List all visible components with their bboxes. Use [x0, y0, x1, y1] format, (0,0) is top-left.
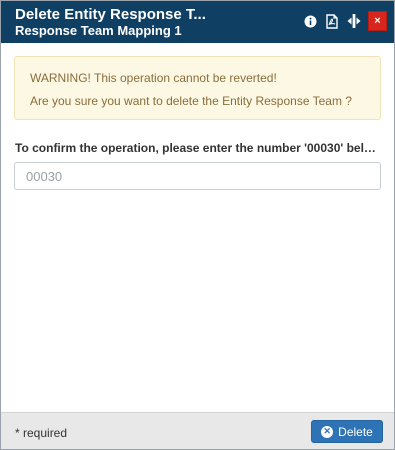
- pdf-icon[interactable]: [324, 12, 340, 30]
- required-note: * required: [15, 426, 68, 440]
- delete-button-label: Delete: [338, 424, 373, 439]
- warning-message: WARNING! This operation cannot be revert…: [30, 71, 277, 85]
- remove-circle-icon: ✕: [321, 425, 334, 438]
- dialog-subtitle: Response Team Mapping 1: [15, 23, 182, 38]
- confirm-label: To confirm the operation, please enter t…: [15, 141, 377, 155]
- resize-horizontal-icon[interactable]: [346, 12, 362, 30]
- confirm-number-input[interactable]: [14, 162, 381, 190]
- titlebar-actions: ×: [296, 11, 387, 31]
- close-icon: ×: [374, 15, 381, 27]
- info-icon[interactable]: [302, 12, 318, 30]
- dialog-title: Delete Entity Response T...: [15, 6, 206, 23]
- dialog-titlebar: Delete Entity Response T... Response Tea…: [1, 1, 394, 43]
- close-button[interactable]: ×: [368, 11, 387, 31]
- warning-question: Are you sure you want to delete the Enti…: [30, 94, 352, 108]
- warning-alert: WARNING! This operation cannot be revert…: [14, 56, 381, 120]
- delete-dialog: Delete Entity Response T... Response Tea…: [0, 0, 395, 450]
- dialog-footer: * required ✕ Delete: [1, 412, 394, 449]
- delete-button[interactable]: ✕ Delete: [311, 420, 383, 443]
